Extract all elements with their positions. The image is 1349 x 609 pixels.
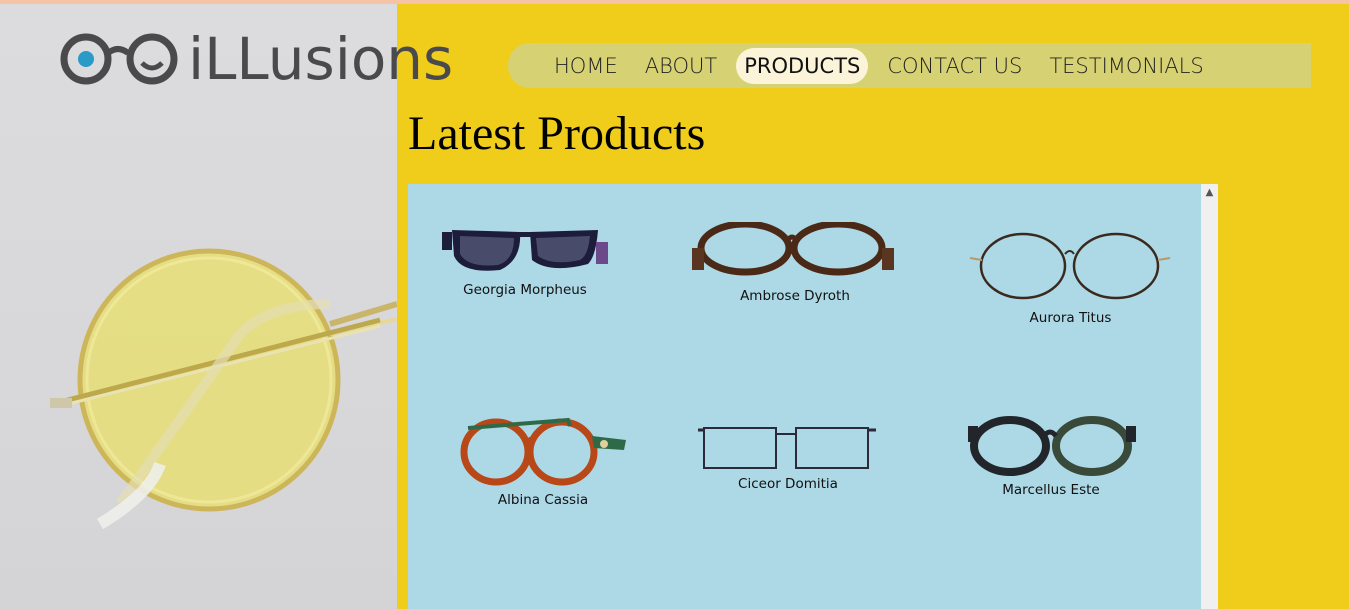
product-name: Ambrose Dyroth xyxy=(740,288,850,304)
main-nav: HOME ABOUT PRODUCTS CONTACT US TESTIMONI… xyxy=(508,43,1311,88)
glasses-image xyxy=(968,416,1136,476)
glasses-image xyxy=(698,427,876,469)
product-card[interactable]: Georgia Morpheus xyxy=(430,220,620,298)
product-name: Aurora Titus xyxy=(1029,310,1112,326)
product-name: Ciceor Domitia xyxy=(738,476,838,492)
nav-home[interactable]: HOME xyxy=(546,48,626,84)
glasses-image xyxy=(692,222,894,276)
product-name: Marcellus Este xyxy=(1002,482,1100,498)
yellow-glasses-illustration xyxy=(50,248,397,530)
chevron-up-icon[interactable]: ▲ xyxy=(1201,184,1218,201)
glasses-image xyxy=(442,230,608,271)
nav-testimonials[interactable]: TESTIMONIALS xyxy=(1041,48,1211,84)
brand-logo[interactable]: iLLusions xyxy=(58,26,453,92)
product-card[interactable]: Ciceor Domitia xyxy=(698,422,878,492)
glasses-logo-icon xyxy=(60,33,178,85)
products-panel[interactable]: Georgia Morpheus Ambrose Dyroth Aurora T… xyxy=(408,184,1218,609)
nav-contact-us[interactable]: CONTACT US xyxy=(879,48,1030,84)
product-name: Georgia Morpheus xyxy=(463,282,587,298)
glasses-image xyxy=(969,232,1171,300)
nav-products[interactable]: PRODUCTS xyxy=(736,47,869,84)
page-title: Latest Products xyxy=(408,107,706,160)
product-card[interactable]: Albina Cassia xyxy=(448,416,638,508)
product-card[interactable]: Aurora Titus xyxy=(968,230,1173,326)
product-name: Albina Cassia xyxy=(497,492,589,508)
panel-scrollbar[interactable]: ▲ xyxy=(1201,184,1218,609)
hero-image xyxy=(0,4,397,609)
product-card[interactable]: Marcellus Este xyxy=(956,416,1146,498)
nav-about[interactable]: ABOUT xyxy=(637,48,725,84)
glasses-image xyxy=(460,417,626,486)
brand-name: iLLusions xyxy=(188,25,454,93)
product-card[interactable]: Ambrose Dyroth xyxy=(690,222,900,304)
